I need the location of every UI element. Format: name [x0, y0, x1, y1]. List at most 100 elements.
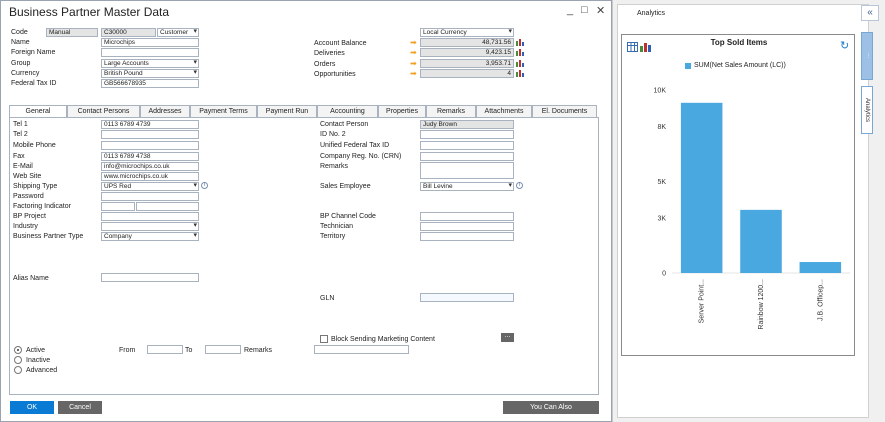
foreign-name-label: Foreign Name [11, 49, 56, 56]
inactive-radio[interactable] [14, 356, 22, 364]
password-label: Password [13, 193, 44, 200]
sales-employee-info-icon[interactable]: i [516, 182, 523, 189]
opportunities-chart-icon[interactable] [516, 69, 524, 77]
mobile-label: Mobile Phone [13, 142, 56, 149]
inactive-label: Inactive [26, 357, 51, 364]
active-radio[interactable] [14, 346, 22, 354]
opportunities-value: 4 [507, 70, 511, 77]
to-label: To [185, 347, 193, 354]
remarks-field[interactable] [420, 162, 514, 179]
email-value: info@microchips.co.uk [104, 163, 170, 170]
you-can-also-button[interactable]: You Can Also [503, 401, 599, 414]
y-tick-label: 10K [654, 88, 667, 95]
fax-field[interactable]: 0113 6789 4738 [101, 152, 199, 161]
tel1-value: 0113 6789 4739 [104, 121, 151, 128]
collapse-pane-button[interactable]: « [861, 5, 879, 21]
website-field[interactable]: www.microchips.co.uk [101, 172, 199, 181]
deliveries-field: 9,423.15 [420, 48, 514, 57]
from-date-field[interactable] [147, 345, 183, 354]
tab-properties[interactable]: Properties [378, 105, 426, 117]
code-field[interactable]: C30000 [101, 28, 156, 37]
id-no2-field[interactable] [420, 130, 514, 139]
bp-type-select2[interactable]: Company [101, 232, 199, 241]
close-button[interactable]: ✕ [596, 4, 605, 17]
bp-type-select-value: Customer [160, 29, 189, 36]
opportunities-link-icon[interactable]: ➡ [410, 70, 420, 78]
block-more-button[interactable]: ... [501, 332, 514, 342]
tel1-field[interactable]: 0113 6789 4739 [101, 120, 199, 129]
tax-id-field[interactable]: GB566678935 [101, 79, 199, 88]
factoring-name-field[interactable] [136, 202, 199, 211]
account-balance-label: Account Balance [314, 40, 367, 47]
tab-attachments[interactable]: Attachments [476, 105, 532, 117]
website-label: Web Site [13, 173, 42, 180]
account-balance-link-icon[interactable]: ➡ [410, 39, 420, 47]
factoring-code-field[interactable] [101, 202, 135, 211]
deliveries-label: Deliveries [314, 50, 345, 57]
ok-button[interactable]: OK [10, 401, 54, 414]
tab-el-documents[interactable]: El. Documents [532, 105, 597, 117]
company-reg-field[interactable] [420, 152, 514, 161]
side-vtab-analytics[interactable]: Analytics [861, 86, 873, 134]
deliveries-link-icon[interactable]: ➡ [410, 49, 420, 57]
technician-field[interactable] [420, 222, 514, 231]
tab-payment-terms[interactable]: Payment Terms [190, 105, 257, 117]
industry-select[interactable] [101, 222, 199, 231]
analytics-side-pane: Analytics « ... Analytics Top Sold Items… [612, 0, 885, 422]
email-field[interactable]: info@microchips.co.uk [101, 162, 199, 171]
code-series-select[interactable]: Manual [46, 28, 98, 37]
sales-employee-select[interactable]: Bill Levine [420, 182, 514, 191]
cancel-button[interactable]: Cancel [58, 401, 102, 414]
analytics-tab[interactable]: Analytics [637, 10, 665, 17]
tab-payment-run[interactable]: Payment Run [257, 105, 317, 117]
window-title: Business Partner Master Data [9, 5, 170, 19]
bp-channel-field[interactable] [420, 212, 514, 221]
x-tick-label: Server Point... [699, 279, 706, 323]
tab-accounting[interactable]: Accounting [317, 105, 378, 117]
name-field[interactable]: Microchips [101, 38, 199, 47]
contact-person-field[interactable]: Judy Brown [420, 120, 514, 129]
block-marketing-checkbox[interactable] [320, 335, 328, 343]
contact-person-label: Contact Person [320, 121, 369, 128]
tab-addresses[interactable]: Addresses [140, 105, 190, 117]
maximize-button[interactable]: □ [581, 4, 588, 16]
group-select[interactable]: Large Accounts [101, 59, 199, 68]
orders-field: 3,953.71 [420, 59, 514, 68]
tel2-field[interactable] [101, 130, 199, 139]
gln-field[interactable] [420, 293, 514, 302]
top-sold-items-card: Top Sold Items ↻ SUM(Net Sales Amount (L… [621, 34, 855, 356]
orders-link-icon[interactable]: ➡ [410, 60, 420, 68]
tab-contact-persons[interactable]: Contact Persons [67, 105, 140, 117]
refresh-icon[interactable]: ↻ [840, 39, 849, 52]
minimize-button[interactable]: _ [567, 4, 573, 16]
deliveries-chart-icon[interactable] [516, 48, 524, 56]
unified-tax-field[interactable] [420, 141, 514, 150]
side-vtab-1[interactable]: ... [861, 32, 873, 80]
tax-id-label: Federal Tax ID [11, 80, 57, 87]
status-remarks-field[interactable] [314, 345, 409, 354]
tab-remarks[interactable]: Remarks [426, 105, 476, 117]
currency-mode-select[interactable]: Local Currency [420, 28, 514, 37]
territory-field[interactable] [420, 232, 514, 241]
account-balance-chart-icon[interactable] [516, 38, 524, 46]
orders-chart-icon[interactable] [516, 59, 524, 67]
gln-label: GLN [320, 295, 335, 302]
bp-type-value: Company [104, 233, 132, 240]
bp-type-label: Business Partner Type [13, 233, 84, 240]
email-label: E-Mail [13, 163, 33, 170]
sales-employee-label: Sales Employee [320, 183, 371, 190]
shipping-type-label: Shipping Type [13, 183, 58, 190]
mobile-field[interactable] [101, 141, 199, 150]
status-remarks-label: Remarks [244, 347, 273, 354]
shipping-info-icon[interactable]: i [201, 182, 208, 189]
bp-type-select[interactable]: Customer [157, 28, 199, 37]
shipping-type-select[interactable]: UPS Red [101, 182, 199, 191]
currency-value: British Pound [104, 70, 143, 77]
to-date-field[interactable] [205, 345, 241, 354]
alias-name-field[interactable] [101, 273, 199, 282]
password-field[interactable] [101, 192, 199, 201]
advanced-radio[interactable] [14, 366, 22, 374]
bp-project-field[interactable] [101, 212, 199, 221]
currency-select[interactable]: British Pound [101, 69, 199, 78]
foreign-name-field[interactable] [101, 48, 199, 57]
